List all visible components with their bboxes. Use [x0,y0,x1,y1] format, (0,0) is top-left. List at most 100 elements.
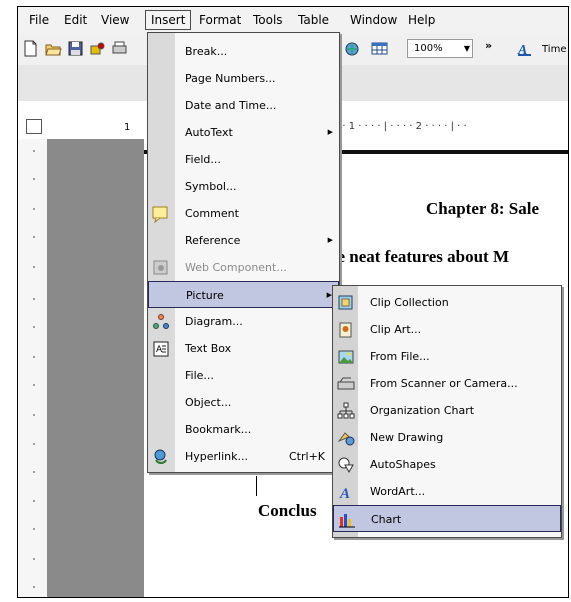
menu-item-break[interactable]: Break... [148,38,339,65]
menu-item-label: Comment [185,207,239,220]
submenu-arrow-icon: ▶ [327,128,333,136]
menu-item-web-component[interactable]: Web Component... [148,254,339,281]
menu-file[interactable]: File [24,10,54,30]
menu-item-label: File... [185,369,214,382]
menu-item-label: Reference [185,234,241,247]
menu-item-text-box[interactable]: A Text Box [148,335,339,362]
menu-format[interactable]: Format [194,10,246,30]
vertical-ruler-marks [33,150,35,588]
chevron-down-icon: ▼ [463,44,470,53]
tab-selector[interactable] [26,119,42,134]
word-window: File Edit View Insert Format Tools Table… [17,6,569,598]
conclusion-heading[interactable]: Conclus [258,501,317,521]
menu-item-label: Break... [185,45,228,58]
menu-item-label: Object... [185,396,232,409]
save-icon[interactable] [67,40,84,57]
submenu-item-organization-chart[interactable]: Organization Chart [333,397,561,424]
submenu-item-clip-art[interactable]: Clip Art... [333,316,561,343]
zoom-select[interactable]: 100% ▼ [407,39,473,58]
permission-icon[interactable] [89,40,106,57]
menu-item-date-time[interactable]: Date and Time... [148,92,339,119]
text-caret [256,476,257,496]
menu-window[interactable]: Window [345,10,402,30]
zoom-value: 100% [414,43,443,54]
vertical-ruler[interactable] [18,139,47,597]
chart-icon [339,514,355,528]
menu-item-label: Web Component... [185,261,287,274]
menu-item-field[interactable]: Field... [148,146,339,173]
submenu-item-label: AutoShapes [370,458,436,471]
submenu-item-wordart[interactable]: A WordArt... [333,478,561,505]
menu-item-autotext[interactable]: AutoText ▶ [148,119,339,146]
submenu-item-label: From Scanner or Camera... [370,377,518,390]
svg-text:A: A [156,345,163,355]
menu-table[interactable]: Table [293,10,334,30]
wordart-icon: A [339,486,350,501]
submenu-item-label: Organization Chart [370,404,475,417]
menu-edit[interactable]: Edit [59,10,92,30]
menu-help[interactable]: Help [403,10,440,30]
organization-chart-icon [337,402,355,419]
menu-item-page-numbers[interactable]: Page Numbers... [148,65,339,92]
font-name[interactable]: Time [542,44,566,55]
diagram-icon [153,314,169,329]
menu-view[interactable]: View [96,10,134,30]
menu-item-reference[interactable]: Reference ▶ [148,227,339,254]
toolbar-options-icon[interactable]: » [485,39,492,52]
web-component-icon [153,260,168,275]
menu-item-bookmark[interactable]: Bookmark... [148,416,339,443]
styles-icon[interactable]: A [516,40,533,57]
menu-item-label: Symbol... [185,180,237,193]
menu-item-object[interactable]: Object... [148,389,339,416]
menu-item-label: Picture [186,289,224,302]
menu-item-label: Field... [185,153,221,166]
submenu-item-label: WordArt... [370,485,426,498]
picture-submenu: Clip Collection Clip Art... From File...… [332,285,562,538]
menu-item-symbol[interactable]: Symbol... [148,173,339,200]
menu-item-file[interactable]: File... [148,362,339,389]
submenu-item-from-scanner[interactable]: From Scanner or Camera... [333,370,561,397]
table-icon[interactable] [371,40,388,57]
submenu-item-label: Clip Art... [370,323,422,336]
submenu-item-autoshapes[interactable]: AutoShapes [333,451,561,478]
menu-item-comment[interactable]: Comment [148,200,339,227]
hyperlink-icon [154,449,167,464]
ruler-marks: · · 1 · · · · | · · · · 2 · · · · | · · [336,121,467,132]
comment-icon [152,206,168,223]
ruler-left-mark: 1 [124,122,131,133]
text-box-icon: A [153,341,169,357]
subtitle-text[interactable]: he neat features about M [328,247,509,267]
clip-art-icon [339,322,352,338]
menu-item-hyperlink[interactable]: Hyperlink... Ctrl+K [148,443,339,470]
menu-item-label: Text Box [185,342,232,355]
menu-tools[interactable]: Tools [248,10,288,30]
svg-text:A: A [339,486,350,501]
open-folder-icon[interactable] [45,40,62,57]
menu-item-label: Bookmark... [185,423,252,436]
menu-bar: File Edit View Insert Format Tools Table… [18,7,568,33]
picture-file-icon [338,350,354,364]
submenu-item-label: Clip Collection [370,296,449,309]
autoshapes-icon [338,457,354,474]
scanner-icon [337,377,355,390]
menu-item-picture[interactable]: Picture ▶ [148,281,339,308]
submenu-item-clip-collection[interactable]: Clip Collection [333,289,561,316]
chapter-heading[interactable]: Chapter 8: Sale [426,199,539,219]
page-margin-gray [47,139,144,597]
drawing-globe-icon[interactable] [344,40,361,57]
menu-insert[interactable]: Insert [145,10,192,30]
submenu-item-from-file[interactable]: From File... [333,343,561,370]
print-icon[interactable] [111,40,128,57]
menu-item-shortcut: Ctrl+K [289,450,326,463]
insert-menu: Break... Page Numbers... Date and Time..… [147,32,340,473]
menu-item-label: Page Numbers... [185,72,276,85]
submenu-item-new-drawing[interactable]: New Drawing [333,424,561,451]
menu-item-label: Diagram... [185,315,243,328]
menu-item-label: Date and Time... [185,99,277,112]
menu-item-diagram[interactable]: Diagram... [148,308,339,335]
new-document-icon[interactable] [22,40,39,57]
submenu-arrow-icon: ▶ [327,236,333,244]
submenu-item-label: From File... [370,350,430,363]
submenu-item-chart[interactable]: Chart [333,505,561,532]
submenu-item-label: Chart [371,513,402,526]
